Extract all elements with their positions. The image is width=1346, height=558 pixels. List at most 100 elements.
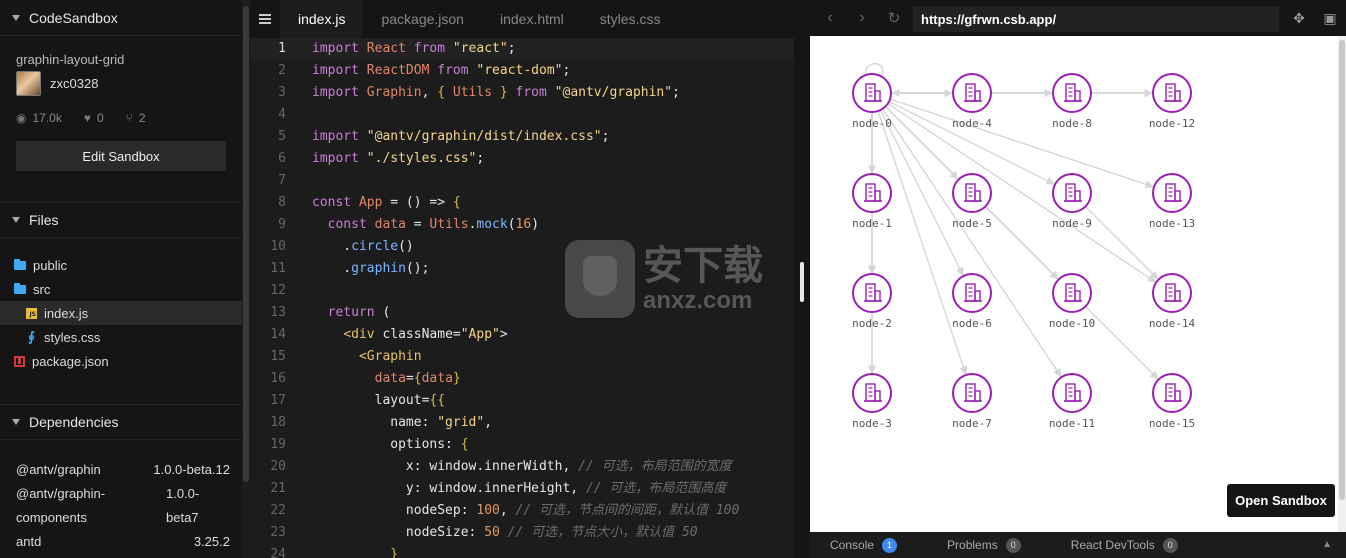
node-circle[interactable]	[1052, 273, 1092, 313]
graph-node[interactable]: node-9	[1052, 173, 1092, 230]
code-line[interactable]: 18 name: "grid",	[250, 412, 794, 434]
code-line[interactable]: 2 import ReactDOM from "react-dom";	[250, 60, 794, 82]
code-text[interactable]: nodeSize: 50 // 可选，节点大小，默认值 50	[286, 522, 698, 544]
forward-arrow-icon[interactable]: ›	[846, 0, 878, 36]
tab-package-json[interactable]: package.json	[363, 0, 482, 38]
node-circle[interactable]	[952, 73, 992, 113]
tab-index-html[interactable]: index.html	[482, 0, 582, 38]
node-circle[interactable]	[852, 273, 892, 313]
dependency-version[interactable]: 1.0.0-beta.12	[150, 458, 230, 482]
node-circle[interactable]	[952, 373, 992, 413]
graph-node[interactable]: node-15	[1149, 373, 1195, 430]
code-text[interactable]: <div className="App">	[286, 324, 507, 346]
devtools-tab-console[interactable]: Console 1	[830, 537, 898, 553]
author[interactable]: zxc0328	[16, 71, 98, 96]
dependency-row[interactable]: @antv/graphin-components 1.0.0-beta7	[16, 482, 230, 530]
graph-node[interactable]: node-4	[952, 73, 992, 130]
code-line[interactable]: 17 layout={{	[250, 390, 794, 412]
code-line[interactable]: 15 <Graphin	[250, 346, 794, 368]
code-text[interactable]: .circle()	[286, 236, 413, 258]
file-item-styles-css[interactable]: ∮ styles.css	[0, 325, 242, 349]
sidebar-scrollbar[interactable]	[242, 0, 250, 558]
tab-styles-css[interactable]: styles.css	[582, 0, 679, 38]
code-line[interactable]: 5 import "@antv/graphin/dist/index.css";	[250, 126, 794, 148]
graph-node[interactable]: node-1	[852, 173, 892, 230]
code-text[interactable]	[286, 104, 312, 126]
graph-node[interactable]: node-7	[952, 373, 992, 430]
code-text[interactable]: import "./styles.css";	[286, 148, 484, 170]
code-line[interactable]: 3 import Graphin, { Utils } from "@antv/g…	[250, 82, 794, 104]
refresh-icon[interactable]: ↻	[878, 0, 910, 36]
node-circle[interactable]	[1052, 73, 1092, 113]
code-text[interactable]: import React from "react";	[286, 38, 516, 60]
file-item-src[interactable]: src	[0, 277, 242, 301]
open-new-window-icon[interactable]: ▣	[1320, 9, 1340, 27]
code-line[interactable]: 8 const App = () => {	[250, 192, 794, 214]
node-circle[interactable]	[852, 173, 892, 213]
code-line[interactable]: 23 nodeSize: 50 // 可选，节点大小，默认值 50	[250, 522, 794, 544]
graph-node[interactable]: node-6	[952, 273, 992, 330]
node-circle[interactable]	[1052, 173, 1092, 213]
graph-node[interactable]: node-13	[1149, 173, 1195, 230]
avatar[interactable]	[16, 71, 41, 96]
code-text[interactable]: options: {	[286, 434, 468, 456]
chevron-up-icon[interactable]: ▲	[1322, 539, 1332, 550]
node-circle[interactable]	[852, 73, 892, 113]
node-circle[interactable]	[852, 373, 892, 413]
node-circle[interactable]	[1152, 173, 1192, 213]
node-circle[interactable]	[1152, 373, 1192, 413]
node-circle[interactable]	[952, 173, 992, 213]
node-circle[interactable]	[1052, 373, 1092, 413]
scrollbar-thumb[interactable]	[1339, 40, 1345, 500]
dependency-row[interactable]: @antv/graphin 1.0.0-beta.12	[16, 458, 230, 482]
file-item-package-json[interactable]: package.json	[0, 349, 242, 373]
code-text[interactable]: }	[286, 544, 398, 558]
code-text[interactable]	[286, 170, 312, 192]
hamburger-menu-icon[interactable]	[250, 0, 280, 38]
sidebar-header[interactable]: CodeSandbox	[0, 0, 242, 36]
code-line[interactable]: 22 nodeSep: 100, // 可选，节点间的间距，默认值 100	[250, 500, 794, 522]
url-bar[interactable]: https://gfrwn.csb.app/	[913, 6, 1279, 32]
code-line[interactable]: 20 x: window.innerWidth, // 可选，布局范围的宽度	[250, 456, 794, 478]
code-line[interactable]: 24 }	[250, 544, 794, 558]
graph-canvas[interactable]: node-0 node-1 node-2 node-3 node-4 node-…	[810, 36, 1338, 532]
dependency-version[interactable]: 1.0.0-beta7	[166, 482, 230, 530]
code-line[interactable]: 9 const data = Utils.mock(16)	[250, 214, 794, 236]
graph-node[interactable]: node-3	[852, 373, 892, 430]
code-line[interactable]: 6 import "./styles.css";	[250, 148, 794, 170]
code-text[interactable]: import "@antv/graphin/dist/index.css";	[286, 126, 609, 148]
code-line[interactable]: 7	[250, 170, 794, 192]
code-text[interactable]: y: window.innerHeight, // 可选，布局范围高度	[286, 478, 727, 500]
code-text[interactable]: import Graphin, { Utils } from "@antv/gr…	[286, 82, 680, 104]
node-circle[interactable]	[1152, 273, 1192, 313]
node-circle[interactable]	[1152, 73, 1192, 113]
code-text[interactable]: return (	[286, 302, 391, 324]
likes-stat[interactable]: ♥ 0	[84, 111, 104, 125]
devtools-tab-problems[interactable]: Problems 0	[947, 537, 1021, 553]
graph-node[interactable]: node-11	[1049, 373, 1095, 430]
code-line[interactable]: 16 data={data}	[250, 368, 794, 390]
code-line[interactable]: 19 options: {	[250, 434, 794, 456]
dependency-version[interactable]: 3.25.2	[150, 530, 230, 554]
move-layout-icon[interactable]: ✥	[1289, 9, 1309, 27]
code-text[interactable]: const App = () => {	[286, 192, 461, 214]
preview-scrollbar[interactable]	[1338, 36, 1346, 532]
file-item-public[interactable]: public	[0, 253, 242, 277]
graph-node[interactable]: node-5	[952, 173, 992, 230]
node-circle[interactable]	[952, 273, 992, 313]
splitter-grip[interactable]	[800, 262, 804, 302]
code-text[interactable]: x: window.innerWidth, // 可选，布局范围的宽度	[286, 456, 732, 478]
back-arrow-icon[interactable]: ‹	[814, 0, 846, 36]
edit-sandbox-button[interactable]: Edit Sandbox	[16, 141, 226, 171]
pane-splitter[interactable]	[794, 0, 810, 558]
preview-frame[interactable]: node-0 node-1 node-2 node-3 node-4 node-…	[810, 36, 1338, 532]
graph-node[interactable]: node-10	[1049, 273, 1095, 330]
tab-index-js[interactable]: index.js	[280, 0, 364, 38]
username[interactable]: zxc0328	[50, 76, 98, 91]
graph-node[interactable]: node-0	[852, 73, 892, 130]
code-text[interactable]: import ReactDOM from "react-dom";	[286, 60, 570, 82]
graph-node[interactable]: node-8	[1052, 73, 1092, 130]
code-text[interactable]: nodeSep: 100, // 可选，节点间的间距，默认值 100	[286, 500, 739, 522]
file-item-index-js[interactable]: JS index.js	[0, 301, 242, 325]
code-line[interactable]: 14 <div className="App">	[250, 324, 794, 346]
